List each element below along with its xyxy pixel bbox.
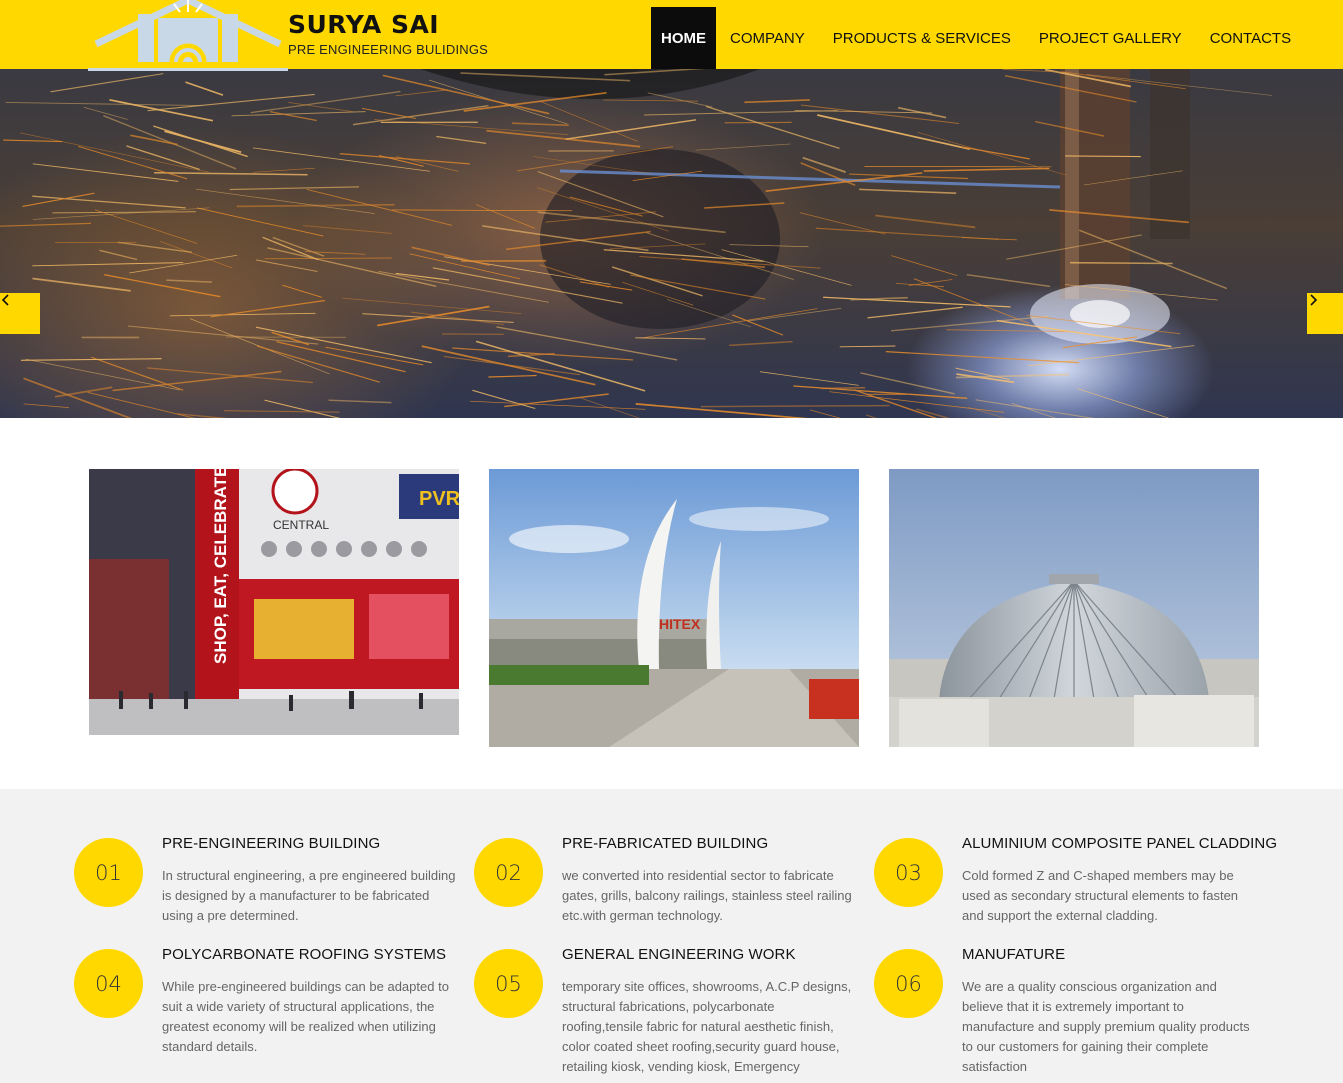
service-number-badge: 02 xyxy=(474,838,543,907)
main-nav: HOME COMPANY PRODUCTS & SERVICES PROJECT… xyxy=(651,7,1305,69)
service-description: In structural engineering, a pre enginee… xyxy=(162,868,456,923)
service-title[interactable]: GENERAL ENGINEERING WORK xyxy=(562,946,796,963)
nav-project-gallery[interactable]: PROJECT GALLERY xyxy=(1025,7,1196,69)
site-header: SURYA SAI PRE ENGINEERING BULIDINGS HOME… xyxy=(0,0,1343,72)
service-description: Cold formed Z and C-shaped members may b… xyxy=(962,868,1239,923)
house-logo-icon[interactable] xyxy=(88,0,290,72)
slider-next-button[interactable] xyxy=(1307,293,1343,334)
service-description: temporary site offices, showrooms, A.C.P… xyxy=(562,979,852,1074)
hero-slider xyxy=(0,69,1343,418)
slider-prev-button[interactable] xyxy=(0,293,40,334)
chevron-left-icon xyxy=(1,294,9,306)
mall-building-photo: SHOP, EAT, CELEBRATE CENTRAL PVR xyxy=(89,469,459,735)
brand-tagline: PRE ENGINEERING BULIDINGS xyxy=(288,42,489,57)
service-description: We are a quality conscious organization … xyxy=(962,979,1250,1074)
gallery-image-mall[interactable]: SHOP, EAT, CELEBRATE CENTRAL PVR xyxy=(89,469,459,735)
service-number-badge: 01 xyxy=(74,838,143,907)
welding-sparks-image xyxy=(0,69,1273,418)
service-number-badge: 05 xyxy=(474,949,543,1018)
nav-products-services[interactable]: PRODUCTS & SERVICES xyxy=(819,7,1025,69)
service-number-badge: 03 xyxy=(874,838,943,907)
service-number-badge: 06 xyxy=(874,949,943,1018)
hitex-sign-text: HITEX xyxy=(659,616,701,632)
services-section: 01 PRE-ENGINEERING BUILDING In structura… xyxy=(0,789,1343,1083)
mall-banner-text: SHOP, EAT, CELEBRATE xyxy=(211,469,230,664)
nav-contacts[interactable]: CONTACTS xyxy=(1196,7,1305,69)
service-description: we converted into residential sector to … xyxy=(562,868,852,923)
nav-company[interactable]: COMPANY xyxy=(716,7,819,69)
nav-home[interactable]: HOME xyxy=(651,7,716,69)
brand-name[interactable]: SURYA SAI xyxy=(288,10,439,40)
service-number-badge: 04 xyxy=(74,949,143,1018)
gallery-image-hitex[interactable]: HITEX xyxy=(489,469,859,747)
aluminium-dome-photo xyxy=(889,469,1259,747)
service-title[interactable]: PRE-FABRICATED BUILDING xyxy=(562,835,768,852)
gallery-image-dome[interactable] xyxy=(889,469,1259,747)
service-description: While pre-engineered buildings can be ad… xyxy=(162,979,449,1054)
service-title[interactable]: PRE-ENGINEERING BUILDING xyxy=(162,835,380,852)
pvr-logo-text: PVR xyxy=(419,488,459,510)
chevron-right-icon xyxy=(1310,294,1318,306)
mall-central-text: CENTRAL xyxy=(273,518,329,532)
service-title[interactable]: MANUFATURE xyxy=(962,946,1065,963)
service-title[interactable]: ALUMINIUM COMPOSITE PANEL CLADDING xyxy=(962,835,1277,852)
hitex-arch-photo: HITEX xyxy=(489,469,859,747)
service-title[interactable]: POLYCARBONATE ROOFING SYSTEMS xyxy=(162,946,446,963)
